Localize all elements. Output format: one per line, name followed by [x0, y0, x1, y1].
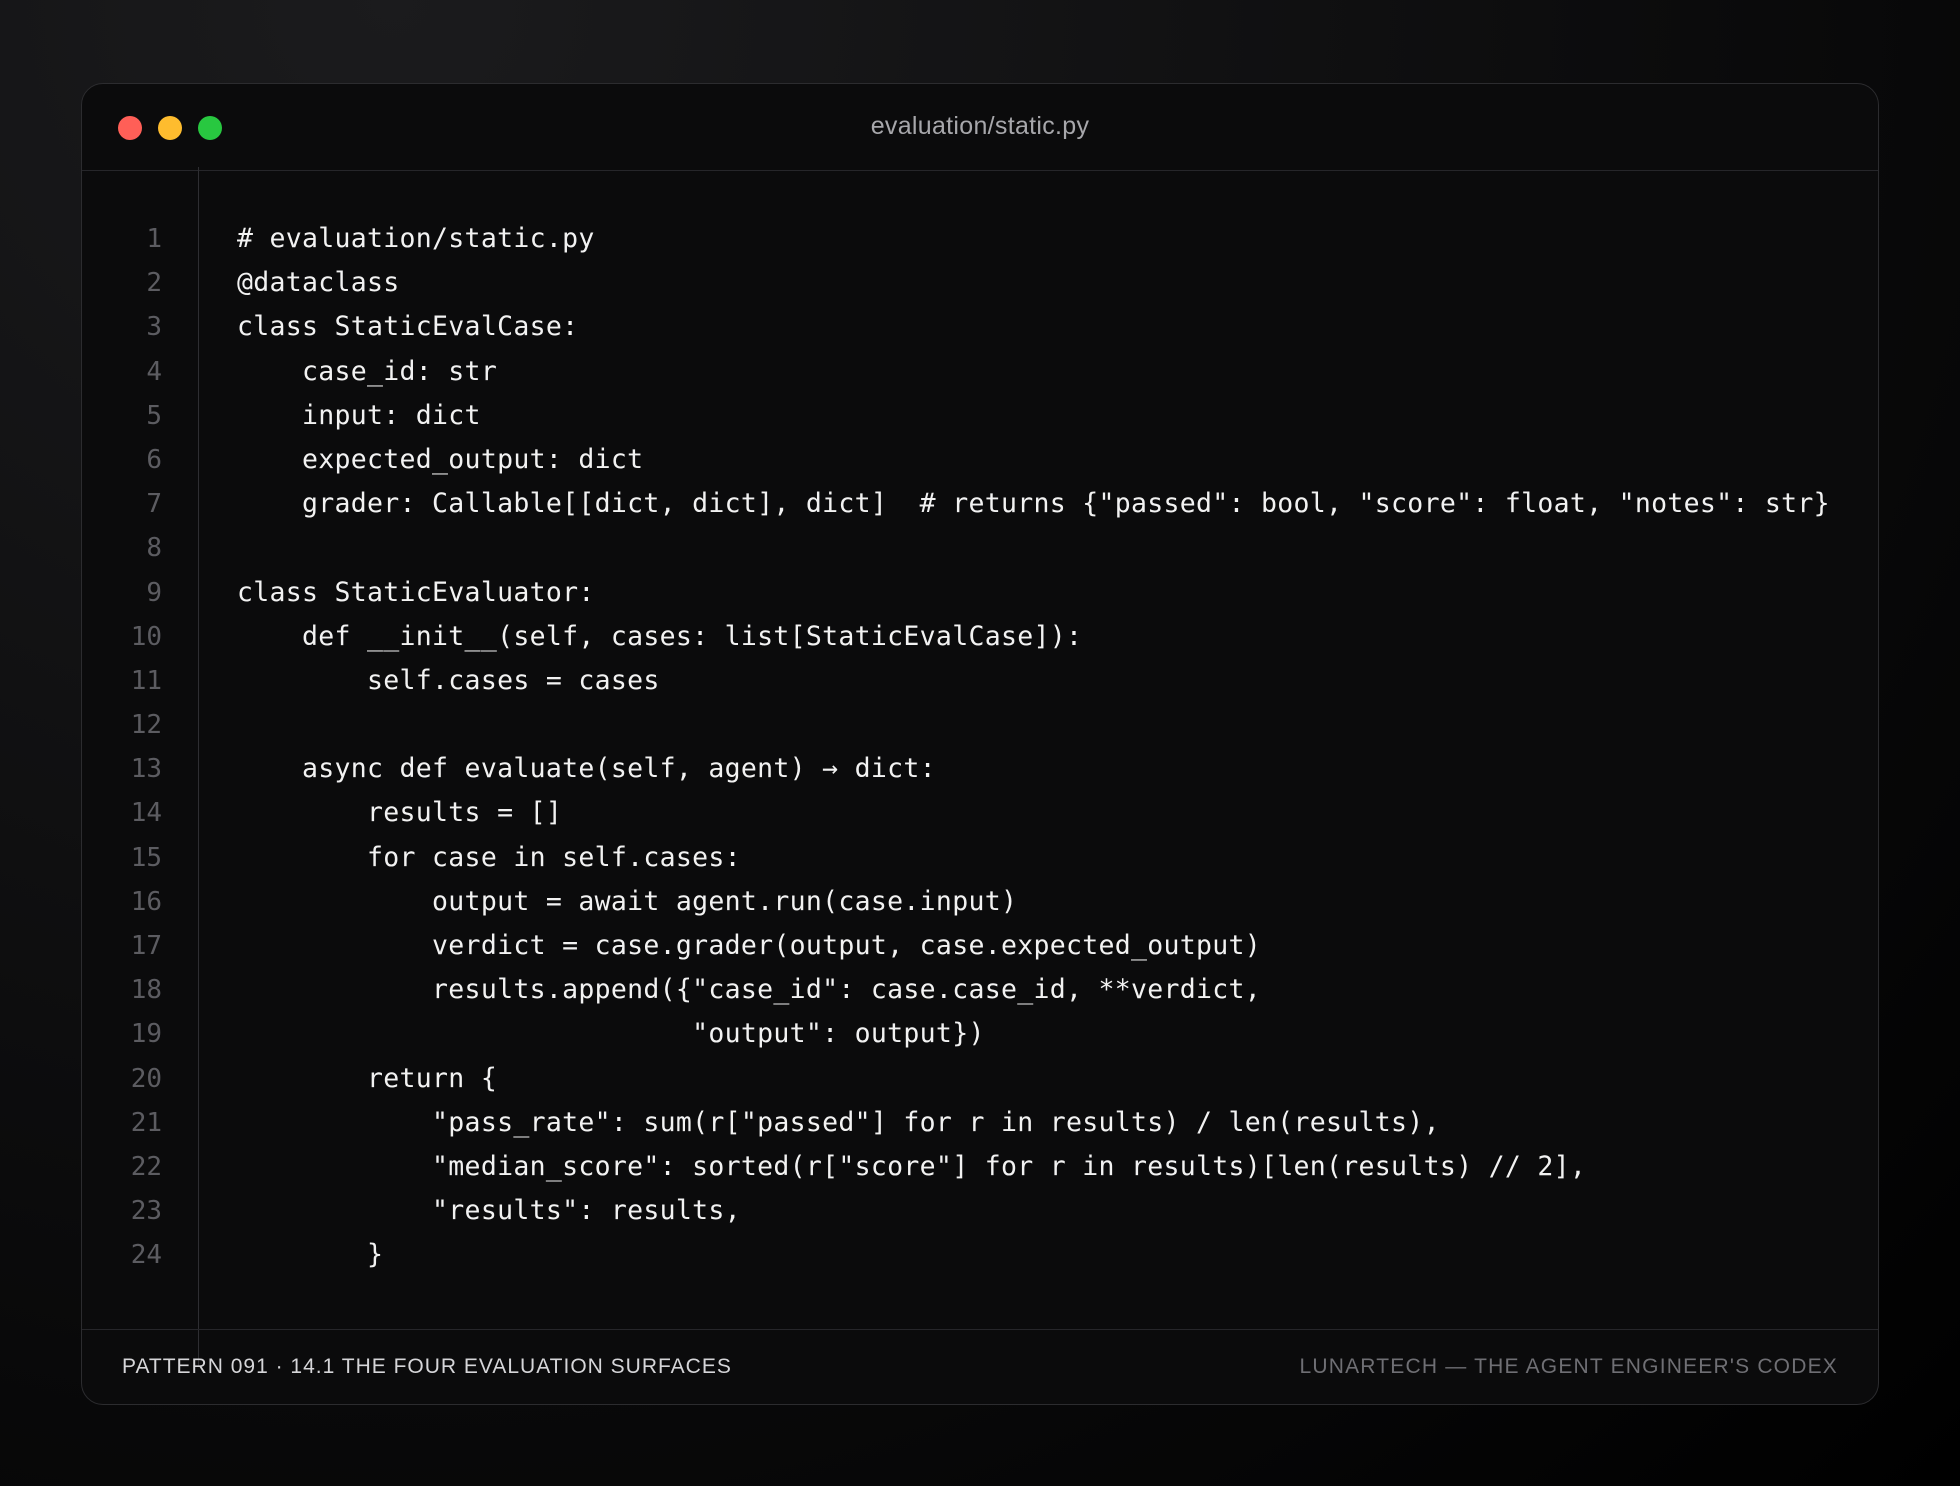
code-line: 20 return {: [82, 1057, 1878, 1101]
line-number: 23: [130, 1196, 162, 1227]
code-line: 23 "results": results,: [82, 1189, 1878, 1233]
line-number: 19: [130, 1019, 162, 1050]
code-text: "pass_rate": sum(r["passed"] for r in re…: [237, 1106, 1440, 1138]
code-line: 16 output = await agent.run(case.input): [82, 880, 1878, 924]
code-line: 1 # evaluation/static.py: [82, 217, 1878, 261]
code-text: grader: Callable[[dict, dict], dict] # r…: [237, 488, 1830, 520]
code-line: 10 def __init__(self, cases: list[Static…: [82, 615, 1878, 659]
code-line: 22 "median_score": sorted(r["score"] for…: [82, 1145, 1878, 1189]
line-number: 20: [130, 1063, 162, 1094]
line-number: 17: [130, 931, 162, 961]
line-number: 9: [146, 577, 162, 608]
code-window: evaluation/static.py 1 # evaluation/stati…: [81, 83, 1879, 1405]
code-line: 19 "output": output}): [82, 1012, 1878, 1056]
code-line: 7 grader: Callable[[dict, dict], dict] #…: [82, 482, 1878, 526]
code-text: class StaticEvalCase:: [237, 311, 579, 343]
code-text: verdict = case.grader(output, case.expec…: [237, 930, 1262, 961]
title-bar: evaluation/static.py: [82, 84, 1878, 171]
code-text: case_id: str: [237, 355, 498, 387]
code-line: 5 input: dict: [82, 394, 1878, 438]
line-number: 4: [146, 356, 162, 387]
code-text: def __init__(self, cases: list[StaticEva…: [237, 620, 1083, 652]
code-line: 13 async def evaluate(self, agent) → dic…: [82, 747, 1878, 791]
code-line: 9 class StaticEvaluator:: [82, 571, 1878, 615]
code-text: class StaticEvaluator:: [237, 576, 595, 608]
code-text: output = await agent.run(case.input): [237, 885, 1018, 917]
code-line: 12: [82, 703, 1878, 747]
pattern-label: PATTERN 091 · 14.1 THE FOUR EVALUATION S…: [122, 1355, 732, 1378]
window-title: evaluation/static.py: [870, 112, 1090, 140]
code-text: "results": results,: [237, 1195, 741, 1227]
line-number: 8: [146, 533, 162, 564]
line-number: 10: [130, 621, 162, 652]
code-text: async def evaluate(self, agent) → dict:: [237, 753, 936, 785]
code-text: self.cases = cases: [237, 664, 660, 696]
code-text: # evaluation/static.py: [237, 223, 595, 254]
code-line: 6 expected_output: dict: [82, 438, 1878, 482]
code-text: "median_score": sorted(r["score"] for r …: [237, 1150, 1587, 1182]
code-line: 21 "pass_rate": sum(r["passed"] for r in…: [82, 1101, 1878, 1145]
code-text: input: dict: [237, 399, 481, 431]
code-text: return {: [237, 1062, 498, 1094]
code-line: 17 verdict = case.grader(output, case.ex…: [82, 924, 1878, 968]
code-text: expected_output: dict: [237, 443, 644, 475]
code-editor[interactable]: 1 # evaluation/static.py 2 @dataclass 3 class…: [82, 217, 1878, 1278]
line-number: 18: [130, 975, 162, 1006]
line-number: 11: [130, 665, 162, 696]
line-number: 3: [146, 312, 162, 343]
line-number: 15: [130, 842, 162, 873]
code-line: 24 }: [82, 1233, 1878, 1277]
line-number: 22: [130, 1151, 162, 1182]
code-text: results = []: [237, 797, 563, 829]
code-line: 8: [82, 526, 1878, 570]
line-number: 6: [146, 444, 162, 475]
line-number: 1: [146, 224, 162, 254]
footer-divider: [82, 1329, 1878, 1330]
line-number: 7: [146, 489, 162, 520]
publisher-label: LUNARTECH — THE AGENT ENGINEER'S CODEX: [1299, 1355, 1838, 1378]
code-line: 3 class StaticEvalCase:: [82, 305, 1878, 349]
code-text: }: [237, 1239, 384, 1271]
code-line: 11 self.cases = cases: [82, 659, 1878, 703]
code-text: @dataclass: [237, 267, 400, 299]
code-line: 15 for case in self.cases:: [82, 836, 1878, 880]
line-number: 12: [130, 710, 162, 741]
line-number: 21: [130, 1107, 162, 1138]
code-text: results.append({"case_id": case.case_id,…: [237, 974, 1262, 1006]
line-number: 13: [130, 754, 162, 785]
line-number: 14: [130, 798, 162, 829]
line-number: 5: [146, 400, 162, 431]
code-text: "output": output}): [237, 1018, 985, 1050]
code-line: 18 results.append({"case_id": case.case_…: [82, 968, 1878, 1012]
code-line: 2 @dataclass: [82, 261, 1878, 305]
line-number: 16: [130, 886, 162, 917]
line-number: 24: [130, 1240, 162, 1271]
line-number: 2: [146, 268, 162, 299]
code-line: 4 case_id: str: [82, 350, 1878, 394]
code-text: for case in self.cases:: [237, 841, 741, 873]
code-line: 14 results = []: [82, 791, 1878, 835]
